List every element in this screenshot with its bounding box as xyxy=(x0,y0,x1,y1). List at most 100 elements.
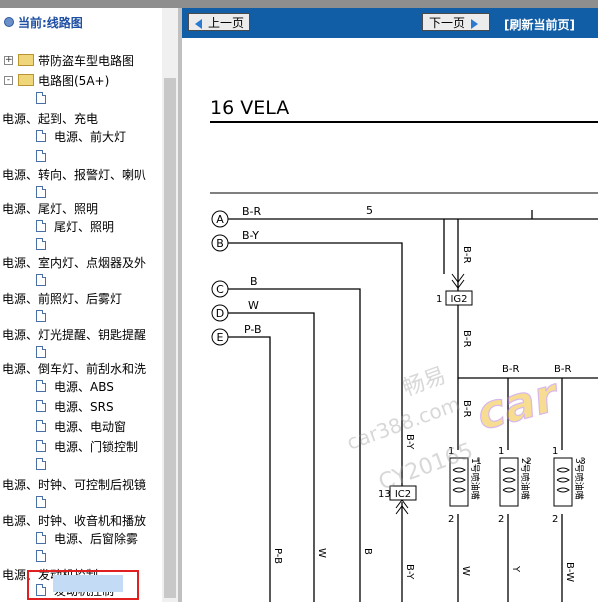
tree-item-label: 电源、时钟、收音机和播放 xyxy=(2,514,147,528)
injector-2: 1 2 2号喷油嘴 2 xyxy=(498,446,532,525)
document-icon xyxy=(36,130,46,142)
injector-2-pin-bottom: 2 xyxy=(498,514,504,525)
wire-label-a: B-R xyxy=(242,205,262,218)
ig2-pin: 1 xyxy=(436,294,442,305)
tree-item-label: 电源、时钟、可控制后视镜 xyxy=(2,478,147,492)
circle-d: D xyxy=(211,304,229,322)
tree-item-label: 电源、SRS xyxy=(54,400,114,414)
document-icon xyxy=(36,400,46,412)
tree-item-label: 电源、门锁控制 xyxy=(54,440,139,454)
left-arrow-icon xyxy=(195,18,202,29)
bus-number: 5 xyxy=(366,204,373,217)
injector-3-number: 3 xyxy=(580,457,586,467)
injector-2-pin-top: 1 xyxy=(498,446,504,457)
tree-item-label: 电源、起到、充电 xyxy=(2,112,99,126)
tree-item-label: 电源、倒车灯、前刮水和洗 xyxy=(2,362,147,376)
tree-panel: 当前:线路图 + 带防盗车型电路图 - 电路图(5A+) 电源、起到、充电 电源、前大灯电… xyxy=(0,8,162,602)
collapse-icon[interactable]: - xyxy=(4,76,13,85)
document-icon xyxy=(36,380,46,392)
wire-label-e: P-B xyxy=(244,323,262,336)
circle-d-label: D xyxy=(216,307,224,320)
wire-label-d: W xyxy=(248,299,259,312)
expand-icon[interactable]: + xyxy=(4,56,13,65)
tree-item-label: 电源、尾灯、照明 xyxy=(2,202,99,216)
top-right-label-1: B-R xyxy=(502,364,519,375)
tree-item-label: 带防盗车型电路图 xyxy=(38,54,135,68)
tree-root-label: 当前:线路图 xyxy=(18,16,83,30)
tree-item-label: 电源、前照灯、后雾灯 xyxy=(2,292,123,306)
circle-a-label: A xyxy=(216,213,224,226)
refresh-link[interactable]: [刷新当前页] xyxy=(504,16,575,33)
tree-item-label: 电源、转向、报警灯、喇叭 xyxy=(2,168,147,182)
document-icon xyxy=(36,458,46,470)
connector-ig2: 1 IG2 xyxy=(436,273,473,306)
injector-3-pin-bottom: 2 xyxy=(552,514,558,525)
document-icon xyxy=(36,186,46,198)
tree-item-label: 电源、ABS xyxy=(54,380,114,394)
vlabel-2: B-R xyxy=(461,330,472,347)
injector-1-pin-bottom: 2 xyxy=(448,514,454,525)
vlabel-9: W xyxy=(460,566,471,576)
vlabel-8: B xyxy=(362,548,373,555)
vlabel-6: P-B xyxy=(272,548,283,564)
tree-scrollbar[interactable] xyxy=(162,8,178,602)
diagram-title: 16 VELA xyxy=(210,97,289,119)
vlabel-10: Y xyxy=(510,565,521,573)
nav-bar: 上一页 下一页 [刷新当前页] xyxy=(182,8,598,38)
tree-item-label: 尾灯、照明 xyxy=(54,220,115,234)
tree-item-label: 电路图(5A+) xyxy=(38,74,110,88)
document-icon xyxy=(36,150,46,162)
prev-page-button[interactable]: 上一页 xyxy=(188,13,250,31)
diagram-panel: 上一页 下一页 [刷新当前页] 16 VELA A B C D E B-R B-… xyxy=(182,8,598,602)
document-icon xyxy=(36,420,46,432)
next-page-button[interactable]: 下一页 xyxy=(422,13,490,31)
circle-b-label: B xyxy=(216,237,224,250)
document-icon xyxy=(36,310,46,322)
document-icon xyxy=(36,346,46,358)
globe-icon xyxy=(4,17,14,27)
scrollbar-thumb[interactable] xyxy=(164,78,176,598)
document-icon xyxy=(36,496,46,508)
tree-item-label: 电源、室内灯、点烟器及外 xyxy=(2,256,147,270)
circle-e-label: E xyxy=(217,331,224,344)
next-page-label: 下一页 xyxy=(429,16,466,30)
injector-1-number: 1 xyxy=(476,457,482,467)
tree-item-label: 电源、后窗除雾 xyxy=(54,532,139,546)
tree-item-label: 电源、前大灯 xyxy=(54,130,127,144)
injector-3: 1 2 3号喷油嘴 3 xyxy=(552,446,586,525)
vlabel-3: B-R xyxy=(461,400,472,417)
document-icon xyxy=(36,532,46,544)
vlabel-5: B-Y xyxy=(404,564,415,580)
watermark-line2: car388.com xyxy=(344,392,464,455)
circle-c-label: C xyxy=(216,283,224,296)
document-icon xyxy=(36,92,46,104)
wire-label-b: B-Y xyxy=(242,229,259,242)
circle-e: E xyxy=(211,328,229,346)
wiring-diagram: 16 VELA A B C D E B-R B-Y B W P-B 5 1 IG… xyxy=(210,97,598,602)
document-icon xyxy=(36,220,46,232)
circle-c: C xyxy=(211,280,229,298)
injector-3-pin-top: 1 xyxy=(552,446,558,457)
tree-item-label: 电源、灯光提醒、钥匙提醒 xyxy=(2,328,147,342)
document-icon xyxy=(36,550,46,562)
selection-outline xyxy=(27,570,139,600)
document-icon xyxy=(36,238,46,250)
folder-icon xyxy=(18,54,34,66)
vlabel-4: B-Y xyxy=(404,434,415,450)
top-strip xyxy=(0,0,598,8)
circle-b: B xyxy=(211,234,229,252)
tree-item-label: 电源、电动窗 xyxy=(54,420,127,434)
top-right-label-2: B-R xyxy=(554,364,571,375)
right-arrow-icon xyxy=(471,18,479,29)
document-icon xyxy=(36,440,46,452)
vlabel-7: W xyxy=(316,548,327,558)
folder-icon xyxy=(18,74,34,86)
prev-page-label: 上一页 xyxy=(208,16,245,30)
circle-a: A xyxy=(211,210,229,228)
vlabel-11: B-W xyxy=(564,562,575,582)
wire-label-c: B xyxy=(250,275,258,288)
injector-2-number: 2 xyxy=(526,457,532,467)
ig2-name: IG2 xyxy=(450,294,467,305)
document-icon xyxy=(36,274,46,286)
vlabel-1: B-R xyxy=(461,246,472,263)
